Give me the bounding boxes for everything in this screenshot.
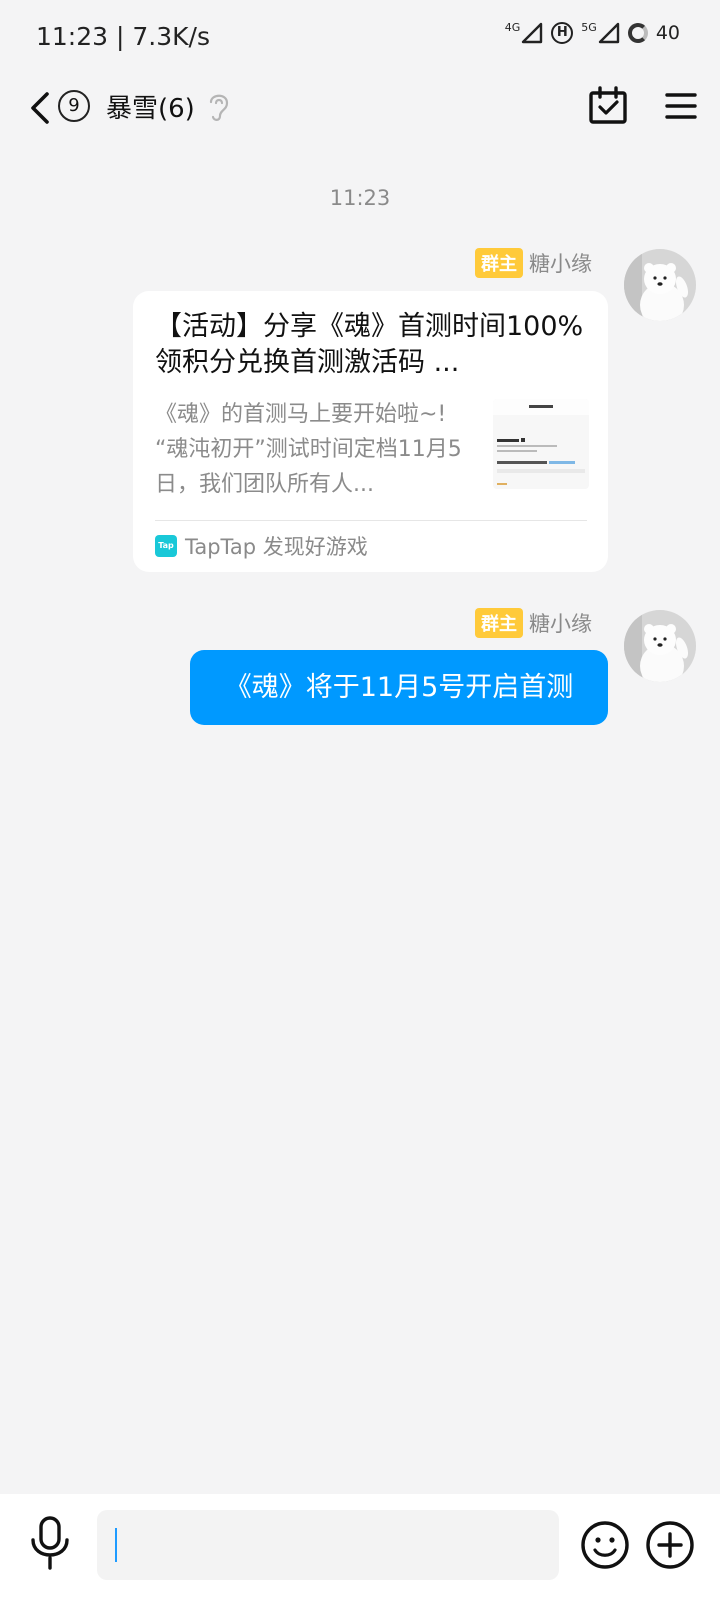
status-time: 11:23 [36, 22, 109, 51]
sender-info: 群主 糖小缘 [475, 608, 592, 638]
menu-button[interactable] [664, 86, 698, 126]
battery-icon [627, 23, 648, 43]
chat-header: 9 暴雪(6) [0, 78, 720, 148]
microphone-icon [31, 1516, 69, 1570]
plus-icon [646, 1521, 694, 1569]
card-thumbnail [493, 399, 589, 489]
sender-name[interactable]: 糖小缘 [529, 248, 592, 278]
network-speed: 7.3K/s [132, 22, 210, 51]
input-bar [0, 1494, 720, 1600]
group-title[interactable]: 暴雪(6) [106, 88, 195, 125]
emoji-icon [581, 1521, 629, 1569]
message-bubble[interactable]: 《魂》将于11月5号开启首测 [190, 650, 608, 725]
owner-badge: 群主 [475, 608, 523, 638]
message-input[interactable] [97, 1510, 559, 1580]
card-description: 《魂》的首测马上要开始啦~! “魂沌初开”测试时间定档11月5日，我们团队所有人… [155, 402, 462, 497]
card-source-label: TapTap 发现好游戏 [185, 535, 368, 559]
owner-badge: 群主 [475, 248, 523, 278]
shared-link-card[interactable]: 【活动】分享《魂》首测时间100%领积分兑换首测激活码 ... 《魂》的首测马上… [133, 291, 608, 572]
battery-level: 40 [655, 22, 680, 44]
card-source: Tap TapTap 发现好游戏 [155, 531, 368, 561]
signal-4g-icon: 4G [505, 22, 544, 44]
sender-name[interactable]: 糖小缘 [529, 608, 592, 638]
sender-avatar[interactable] [624, 249, 696, 321]
text-caret [115, 1528, 117, 1562]
calendar-check-icon [589, 86, 627, 124]
back-arrow-icon [31, 92, 49, 124]
sender-info: 群主 糖小缘 [475, 248, 592, 278]
voice-input-button[interactable] [28, 1514, 72, 1574]
card-divider [155, 520, 587, 521]
taptap-logo: Tap [155, 535, 177, 557]
sender-avatar[interactable] [624, 610, 696, 682]
hd-icon: H [551, 22, 574, 44]
status-time-speed: 11:23 | 7.3K/s [36, 22, 210, 51]
ear-icon[interactable] [206, 88, 232, 124]
calendar-check-button[interactable] [588, 86, 628, 126]
card-title: 【活动】分享《魂》首测时间100%领积分兑换首测激活码 ... [155, 311, 584, 378]
back-button[interactable] [22, 86, 58, 130]
emoji-button[interactable] [580, 1520, 630, 1570]
signal-5g-icon: 5G [581, 22, 620, 44]
status-icons: 4G H 5G 40 [505, 22, 680, 44]
menu-icon [665, 93, 697, 119]
more-options-button[interactable] [645, 1520, 695, 1570]
message-timestamp: 11:23 [329, 186, 391, 210]
unread-count-badge[interactable]: 9 [58, 90, 90, 122]
status-bar: 11:23 | 7.3K/s 4G H 5G 40 [0, 0, 720, 78]
